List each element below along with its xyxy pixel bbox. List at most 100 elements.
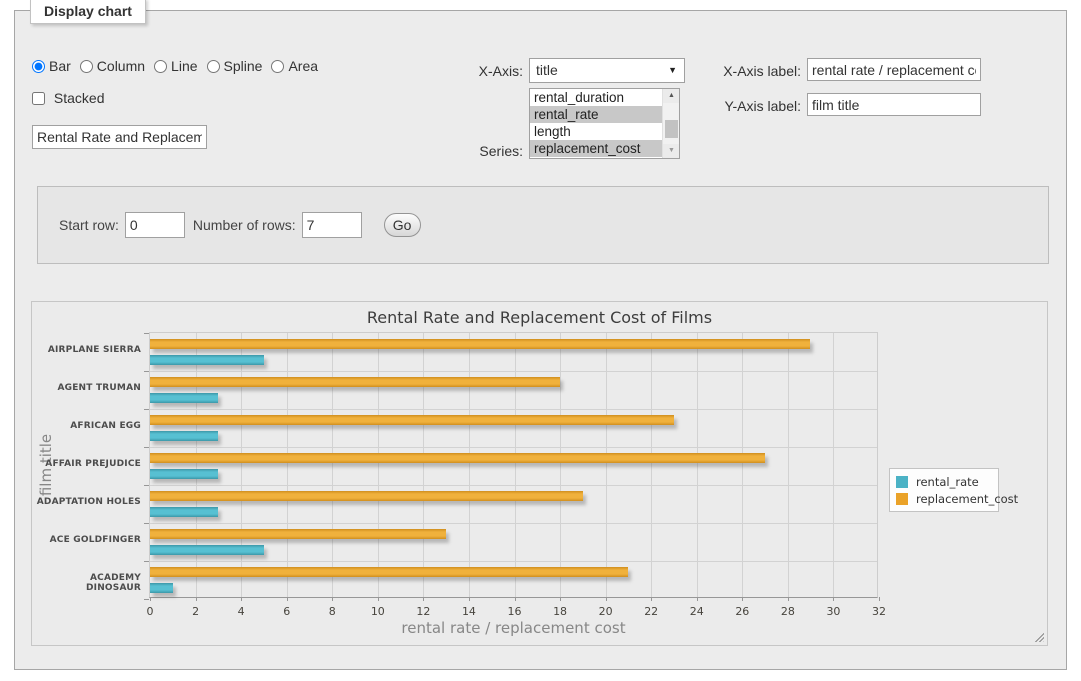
chart-type-spline[interactable]: Spline <box>207 58 263 74</box>
grid-line-vertical <box>332 333 333 597</box>
chart-type-area[interactable]: Area <box>271 58 318 74</box>
x-tick-mark <box>651 597 652 601</box>
chart-type-bar[interactable]: Bar <box>32 58 71 74</box>
chevron-down-icon: ▼ <box>668 59 677 82</box>
x-axis-select[interactable]: title ▼ <box>529 58 685 83</box>
x-tick-label: 2 <box>192 605 199 618</box>
resize-handle[interactable] <box>1033 631 1044 642</box>
stacked-checkbox[interactable] <box>32 92 45 105</box>
chart-type-radio-line[interactable] <box>154 60 167 73</box>
chart-title: Rental Rate and Replacement Cost of Film… <box>32 308 1047 327</box>
x-tick-label: 14 <box>462 605 476 618</box>
x-tick-mark <box>287 597 288 601</box>
series-option-rental_rate[interactable]: rental_rate <box>530 106 662 123</box>
series-option-rental_duration[interactable]: rental_duration <box>530 89 662 106</box>
x-axis-label-field-label: X-Axis label: <box>705 63 801 79</box>
scroll-down-icon[interactable]: ▼ <box>663 144 680 158</box>
bar-rental-rate <box>150 545 264 555</box>
grid-line-vertical <box>241 333 242 597</box>
series-listbox[interactable]: rental_durationrental_ratelengthreplacem… <box>529 88 680 159</box>
x-tick-mark <box>196 597 197 601</box>
y-tick-mark <box>144 333 149 334</box>
grid-line-vertical <box>742 333 743 597</box>
x-axis-label-input[interactable] <box>807 58 981 81</box>
chart-type-radio-column[interactable] <box>80 60 93 73</box>
x-tick-label: 10 <box>371 605 385 618</box>
chart-panel: Rental Rate and Replacement Cost of Film… <box>31 301 1048 646</box>
bar-replacement-cost <box>150 377 560 387</box>
x-tick-label: 4 <box>238 605 245 618</box>
grid-line-vertical <box>423 333 424 597</box>
chart-legend: rental_rate replacement_cost <box>889 468 999 512</box>
chart-type-radio-area[interactable] <box>271 60 284 73</box>
chart-type-radio-bar[interactable] <box>32 60 45 73</box>
category-label: AFRICAN EGG <box>32 421 141 431</box>
chart-type-line[interactable]: Line <box>154 58 197 74</box>
bar-replacement-cost <box>150 339 810 349</box>
y-axis-label-field-label: Y-Axis label: <box>705 98 801 114</box>
bar-rental-rate <box>150 507 218 517</box>
x-tick-mark <box>742 597 743 601</box>
chart-type-column[interactable]: Column <box>80 58 145 74</box>
y-tick-mark <box>144 599 149 600</box>
x-tick-mark <box>423 597 424 601</box>
number-of-rows-input[interactable] <box>302 212 362 238</box>
x-tick-mark <box>606 597 607 601</box>
grid-line-vertical <box>196 333 197 597</box>
category-labels: AIRPLANE SIERRAAGENT TRUMANAFRICAN EGGAF… <box>32 332 141 598</box>
series-scrollbar[interactable]: ▲ ▼ <box>662 89 679 158</box>
grid-line-vertical <box>469 333 470 597</box>
category-label: ADAPTATION HOLES <box>32 497 141 507</box>
x-tick-mark <box>560 597 561 601</box>
grid-line-vertical <box>287 333 288 597</box>
y-tick-mark <box>144 523 149 524</box>
x-tick-mark <box>378 597 379 601</box>
chart-type-label: Area <box>288 58 318 74</box>
x-tick-label: 20 <box>599 605 613 618</box>
x-tick-mark <box>241 597 242 601</box>
category-label: ACE GOLDFINGER <box>32 535 141 545</box>
stacked-label: Stacked <box>54 90 105 106</box>
legend-row-replacement-cost: replacement_cost <box>896 490 992 507</box>
x-tick-label: 22 <box>644 605 658 618</box>
stacked-checkbox-row[interactable]: Stacked <box>32 90 104 106</box>
bar-rental-rate <box>150 393 218 403</box>
grid-line-vertical <box>606 333 607 597</box>
grid-line-vertical <box>833 333 834 597</box>
scrollbar-thumb[interactable] <box>665 120 678 138</box>
pagination-panel: Start row: Number of rows: Go <box>37 186 1049 264</box>
series-option-replacement_cost[interactable]: replacement_cost <box>530 140 662 157</box>
chart-type-radio-spline[interactable] <box>207 60 220 73</box>
scroll-up-icon[interactable]: ▲ <box>663 89 680 103</box>
rental-rate-swatch <box>896 476 908 488</box>
x-tick-mark <box>879 597 880 601</box>
legend-row-rental-rate: rental_rate <box>896 473 992 490</box>
grid-line-vertical <box>515 333 516 597</box>
x-tick-mark <box>833 597 834 601</box>
x-axis-label: X-Axis: <box>455 63 523 79</box>
series-option-length[interactable]: length <box>530 123 662 140</box>
x-tick-label: 0 <box>147 605 154 618</box>
bar-replacement-cost <box>150 567 628 577</box>
x-tick-mark <box>150 597 151 601</box>
grid-line-vertical <box>560 333 561 597</box>
x-axis-selected-value: title <box>536 62 558 78</box>
x-tick-label: 16 <box>508 605 522 618</box>
category-label: AGENT TRUMAN <box>32 383 141 393</box>
chart-title-input[interactable] <box>32 125 207 149</box>
legend-label-rental-rate: rental_rate <box>916 475 979 489</box>
x-tick-mark <box>515 597 516 601</box>
x-tick-label: 30 <box>826 605 840 618</box>
start-row-input[interactable] <box>125 212 185 238</box>
y-tick-mark <box>144 561 149 562</box>
grid-line-horizontal <box>150 561 877 562</box>
x-tick-label: 6 <box>283 605 290 618</box>
display-chart-fieldset: Display chart BarColumnLineSplineArea St… <box>14 10 1067 670</box>
y-axis-label-input[interactable] <box>807 93 981 116</box>
go-button[interactable]: Go <box>384 213 421 237</box>
bar-replacement-cost <box>150 415 674 425</box>
bar-replacement-cost <box>150 529 446 539</box>
bar-rental-rate <box>150 355 264 365</box>
grid-line-horizontal <box>150 409 877 410</box>
grid-line-vertical <box>651 333 652 597</box>
